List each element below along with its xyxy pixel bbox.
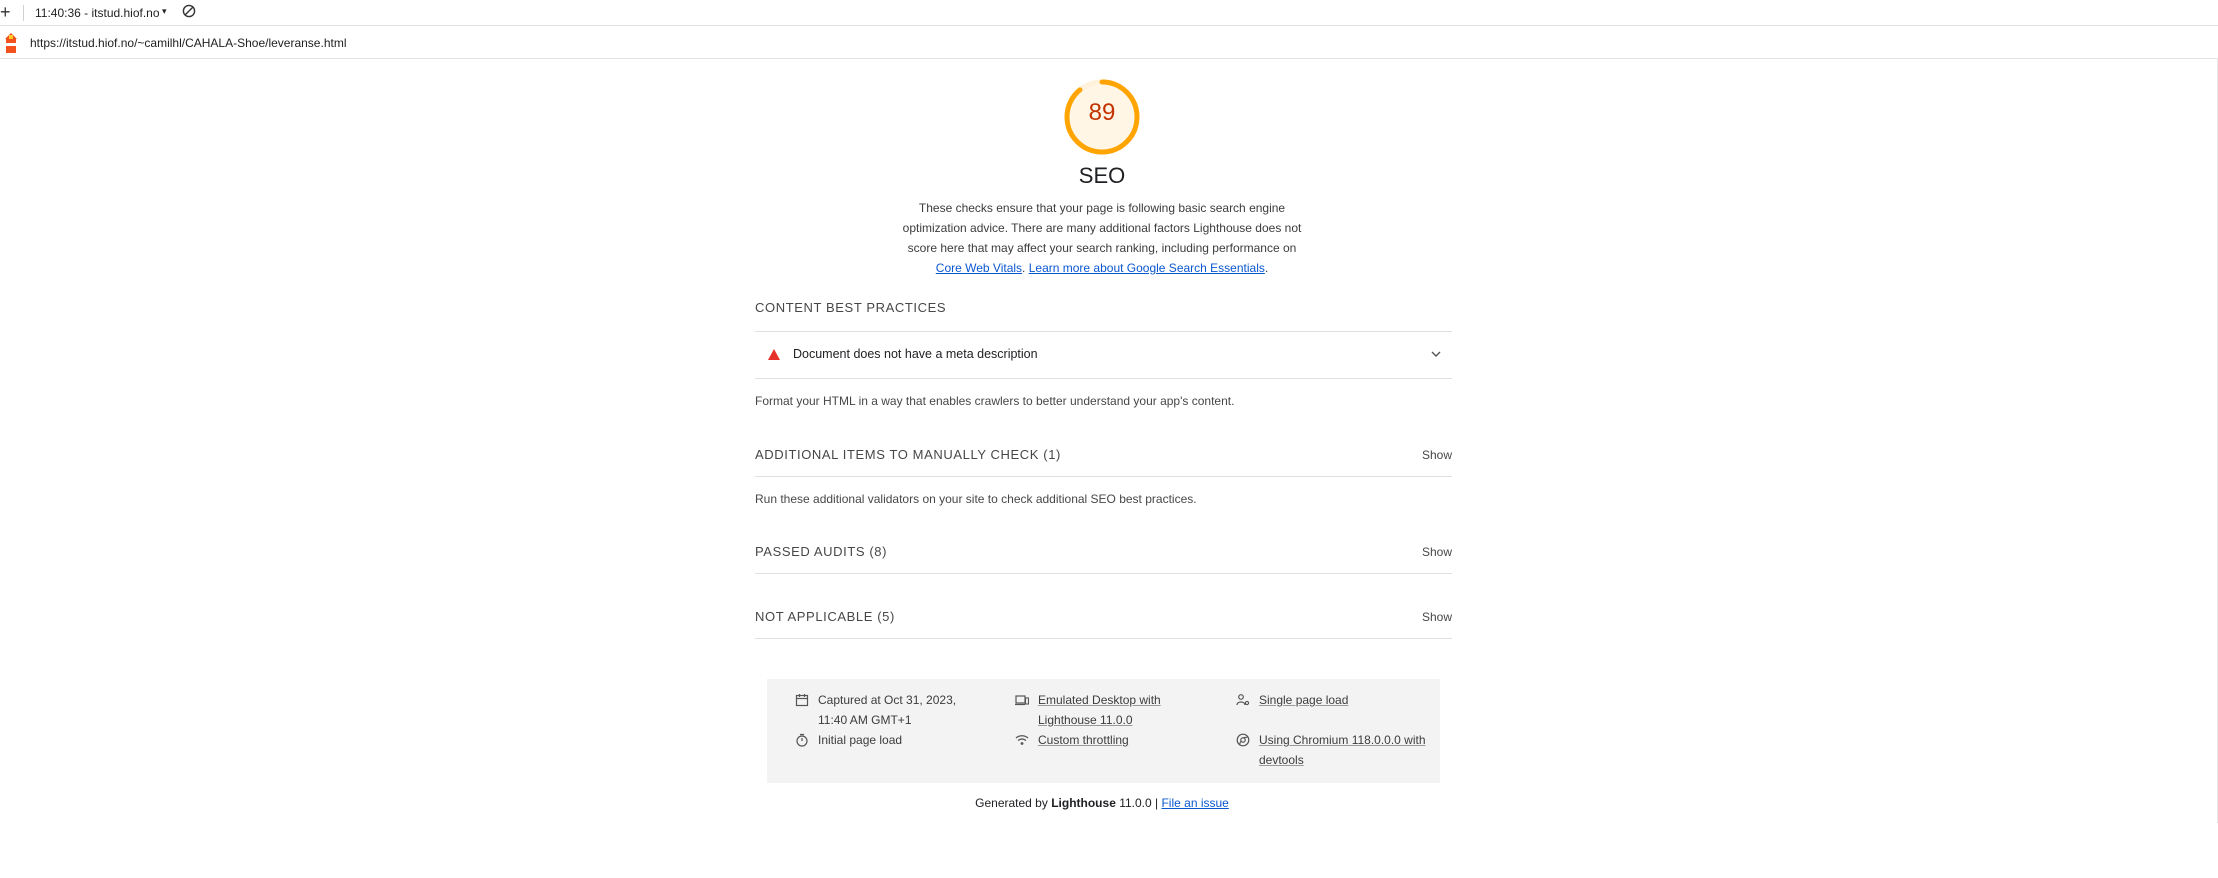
devices-icon [1015, 695, 1029, 706]
wifi-icon [1015, 735, 1029, 745]
divider [755, 476, 1452, 477]
category-title: SEO [1078, 163, 1126, 188]
report-footer: Generated by Lighthouse 11.0.0 | File an… [880, 796, 1324, 810]
captured-line-2: 11:40 AM GMT+1 [818, 713, 912, 727]
chromium-line-2: devtools [1259, 753, 1304, 767]
person-icon [1236, 694, 1250, 706]
meta-chromium[interactable]: Using Chromium 118.0.0.0 with devtools [1236, 730, 1436, 770]
file-issue-link[interactable]: File an issue [1161, 796, 1228, 810]
session-select-label[interactable]: 11:40:36 - itstud.hiof.no [35, 6, 160, 20]
throttling-text: Custom throttling [1038, 733, 1129, 747]
report-url[interactable]: https://itstud.hiof.no/~camilhl/CAHALA-S… [30, 36, 347, 50]
captured-line-1: Captured at Oct 31, 2023, [818, 693, 957, 707]
description-line: optimization advice. There are many addi… [902, 221, 1302, 235]
not-applicable-title[interactable]: NOT APPLICABLE (5) [755, 609, 895, 624]
score-value: 89 [1088, 99, 1116, 126]
emulated-line-2: Lighthouse 11.0.0 [1038, 713, 1133, 727]
new-report-button[interactable]: + [0, 1, 11, 23]
core-web-vitals-link[interactable]: Core Web Vitals [936, 261, 1022, 275]
manual-check-title[interactable]: ADDITIONAL ITEMS TO MANUALLY CHECK (1) [755, 447, 1061, 462]
audit-title: Document does not have a meta descriptio… [793, 347, 1038, 361]
meta-initial-load: Initial page load [795, 730, 985, 750]
content-best-practices-title: CONTENT BEST PRACTICES [755, 300, 947, 315]
passed-audits-count: (8) [869, 544, 888, 559]
description-line: These checks ensure that your page is fo… [918, 201, 1286, 215]
description-links: Core Web Vitals. Learn more about Google… [890, 258, 1314, 278]
passed-audits-label: PASSED AUDITS [755, 544, 866, 559]
divider [755, 638, 1452, 639]
chromium-line-1: Using Chromium 118.0.0.0 with [1259, 733, 1426, 747]
content-description: Format your HTML in a way that enables c… [755, 394, 1235, 408]
not-applicable-label: NOT APPLICABLE [755, 609, 873, 624]
passed-audits-title[interactable]: PASSED AUDITS (8) [755, 544, 887, 559]
divider [755, 378, 1452, 379]
meta-single-page[interactable]: Single page load [1236, 690, 1426, 710]
manual-check-description: Run these additional validators on your … [755, 492, 1197, 506]
lighthouse-brand: Lighthouse [1051, 796, 1116, 810]
generated-by-text: Generated by [975, 796, 1052, 810]
fail-triangle-icon [768, 349, 780, 360]
session-toolbar: + 11:40:36 - itstud.hiof.no ▾ [0, 0, 2218, 26]
not-applicable-count: (5) [877, 609, 895, 624]
lighthouse-logo-icon [5, 33, 17, 53]
divider [755, 331, 1452, 332]
link-separator: . [1022, 261, 1029, 275]
report-url-bar: https://itstud.hiof.no/~camilhl/CAHALA-S… [0, 26, 2218, 59]
emulated-line-1: Emulated Desktop with [1038, 693, 1161, 707]
manual-check-count: (1) [1043, 447, 1061, 462]
audit-meta-description[interactable]: Document does not have a meta descriptio… [755, 333, 1452, 378]
not-applicable-show-button[interactable]: Show [1422, 610, 1452, 624]
divider [755, 573, 1452, 574]
search-essentials-link[interactable]: Learn more about Google Search Essential… [1029, 261, 1265, 275]
single-page-text: Single page load [1259, 693, 1349, 707]
description-line: score here that may affect your search r… [907, 241, 1297, 255]
description-end: . [1264, 261, 1269, 275]
chrome-icon [1236, 733, 1250, 747]
category-description: These checks ensure that your page is fo… [890, 198, 1314, 278]
manual-check-label: ADDITIONAL ITEMS TO MANUALLY CHECK [755, 447, 1040, 462]
footer-version: 11.0.0 | [1115, 796, 1162, 810]
meta-throttling[interactable]: Custom throttling [1015, 730, 1205, 750]
initial-load-text: Initial page load [818, 733, 903, 747]
timer-icon [796, 733, 808, 747]
meta-captured: Captured at Oct 31, 2023, 11:40 AM GMT+1 [795, 690, 985, 730]
chevron-down-icon[interactable] [1430, 348, 1442, 360]
chevron-down-icon[interactable]: ▾ [162, 6, 167, 17]
toolbar-divider [23, 5, 24, 21]
clear-block-icon[interactable] [182, 4, 196, 18]
passed-audits-show-button[interactable]: Show [1422, 545, 1452, 559]
run-metadata: Captured at Oct 31, 2023, 11:40 AM GMT+1… [767, 679, 1440, 783]
meta-emulated[interactable]: Emulated Desktop with Lighthouse 11.0.0 [1015, 690, 1205, 730]
calendar-icon [795, 694, 809, 707]
manual-check-show-button[interactable]: Show [1422, 448, 1452, 462]
